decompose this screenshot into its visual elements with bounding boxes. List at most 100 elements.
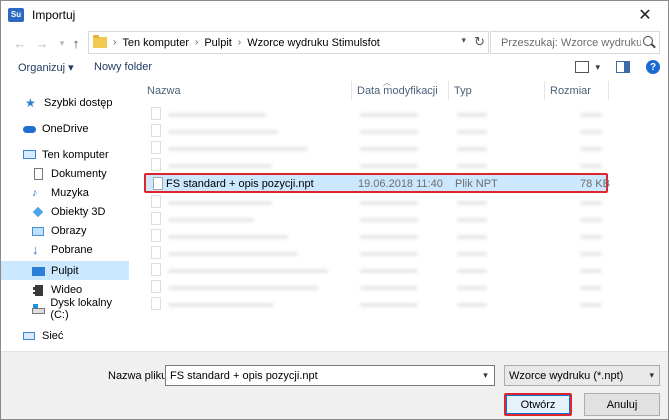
file-type-redacted: [457, 269, 487, 273]
address-bar[interactable]: › Ten komputer › Pulpit › Wzorce wydruku…: [88, 31, 489, 54]
file-date-redacted: [360, 164, 418, 168]
file-icon: [151, 280, 161, 293]
column-header-size[interactable]: Rozmiar: [544, 81, 608, 100]
up-icon[interactable]: ↑: [67, 33, 85, 53]
nav-item-music[interactable]: ♪ Muzyka: [1, 183, 129, 202]
table-row[interactable]: [144, 106, 608, 123]
file-icon: [151, 141, 161, 154]
organize-button[interactable]: Organizuj ▾: [18, 61, 74, 74]
nav-item-downloads[interactable]: ↓ Pobrane: [1, 240, 129, 259]
address-dropdown-icon[interactable]: ▾: [461, 35, 466, 46]
file-date-redacted: [360, 201, 418, 205]
nav-item-quick-access[interactable]: ★ Szybki dostęp: [1, 93, 129, 112]
file-name-redacted: [168, 235, 288, 239]
column-header-type[interactable]: Typ: [448, 81, 544, 100]
music-icon: ♪: [32, 186, 38, 199]
help-icon[interactable]: ?: [646, 60, 660, 74]
file-name-redacted: [168, 113, 266, 117]
file-icon: [151, 297, 161, 310]
window-title: Importuj: [32, 7, 76, 22]
breadcrumb-this-pc[interactable]: Ten komputer: [122, 37, 189, 49]
new-folder-button[interactable]: Nowy folder: [94, 61, 152, 73]
app-icon: Su: [8, 7, 24, 22]
table-row[interactable]: [144, 245, 608, 262]
table-row[interactable]: [144, 296, 608, 313]
table-row[interactable]: [144, 262, 608, 279]
nav-item-this-pc[interactable]: Ten komputer: [1, 145, 129, 164]
chevron-down-icon[interactable]: ▾: [649, 370, 654, 381]
search-input[interactable]: Przeszukaj: Wzorce wydruku S...: [490, 31, 660, 54]
file-size-redacted: [580, 130, 602, 134]
preview-pane-icon[interactable]: [616, 61, 630, 73]
file-size-redacted: [580, 235, 602, 239]
file-type-redacted: [457, 164, 487, 168]
refresh-icon[interactable]: ↻: [474, 34, 485, 50]
table-row[interactable]: [144, 194, 608, 211]
close-button[interactable]: ✕: [622, 1, 668, 28]
column-divider[interactable]: [608, 81, 609, 100]
nav-item-label: Pobrane: [51, 243, 93, 256]
breadcrumb-current-folder[interactable]: Wzorce wydruku Stimulsfot: [247, 37, 380, 49]
chevron-right-icon[interactable]: ›: [113, 37, 116, 48]
download-icon: ↓: [32, 241, 39, 257]
file-icon: [151, 124, 161, 137]
file-type: Plik NPT: [455, 178, 498, 190]
open-button[interactable]: Otwórz: [504, 393, 572, 416]
file-icon: [151, 158, 161, 171]
computer-icon: [23, 149, 36, 161]
nav-item-onedrive[interactable]: OneDrive: [1, 119, 129, 138]
file-date: 19.06.2018 11:40: [358, 178, 443, 190]
file-icon: [151, 263, 161, 276]
table-row[interactable]: [144, 123, 608, 140]
nav-item-3d-objects[interactable]: Obiekty 3D: [1, 202, 129, 221]
file-type-redacted: [457, 130, 487, 134]
file-list: ︿ Nazwa Data modyfikacji Typ Rozmiar FS …: [141, 78, 668, 351]
column-header-name[interactable]: Nazwa: [141, 81, 351, 100]
nav-item-label: Szybki dostęp: [44, 96, 113, 109]
view-options-icon[interactable]: [575, 61, 590, 73]
nav-item-documents[interactable]: Dokumenty: [1, 164, 129, 183]
file-date-redacted: [360, 113, 418, 117]
file-name-redacted: [168, 201, 272, 205]
filetype-value: Wzorce wydruku (*.npt): [509, 369, 624, 382]
file-name: FS standard + opis pozycji.npt: [166, 178, 314, 190]
file-size-redacted: [580, 218, 602, 222]
forward-icon[interactable]: →: [33, 33, 51, 53]
nav-item-label: Wideo: [51, 283, 83, 296]
nav-item-pictures[interactable]: Obrazy: [1, 221, 129, 240]
3d-objects-icon: [32, 206, 45, 218]
filename-input[interactable]: FS standard + opis pozycji.npt ▾: [165, 365, 495, 386]
nav-item-network[interactable]: Sieć: [1, 326, 129, 345]
cancel-button[interactable]: Anuluj: [584, 393, 660, 416]
table-row[interactable]: [144, 140, 608, 157]
star-icon: ★: [25, 95, 36, 110]
table-row[interactable]: [144, 279, 608, 296]
file-size-redacted: [580, 113, 602, 117]
nav-item-label: Ten komputer: [42, 148, 109, 161]
chevron-down-icon[interactable]: ▾: [477, 366, 494, 385]
chevron-right-icon[interactable]: ›: [238, 37, 241, 48]
nav-item-label: Obiekty 3D: [51, 205, 106, 218]
table-row-selected[interactable]: FS standard + opis pozycji.npt 19.06.201…: [144, 173, 610, 193]
chevron-right-icon[interactable]: ›: [195, 37, 198, 48]
address-row: ← → ▾ ↑ › Ten komputer › Pulpit › Wzorce…: [1, 28, 668, 58]
nav-item-local-disk[interactable]: Dysk lokalny (C:): [1, 297, 129, 321]
file-size-redacted: [580, 303, 602, 307]
table-row[interactable]: [144, 228, 608, 245]
desktop-icon: [32, 265, 45, 277]
view-dropdown-icon[interactable]: ▾: [595, 62, 600, 73]
search-placeholder: Przeszukaj: Wzorce wydruku S...: [501, 36, 641, 49]
file-name-redacted: [168, 218, 254, 222]
nav-item-desktop[interactable]: Pulpit: [1, 261, 129, 280]
breadcrumb-desktop[interactable]: Pulpit: [204, 37, 232, 49]
command-bar: Organizuj ▾ Nowy folder ▾ ?: [1, 58, 668, 80]
column-header-modified[interactable]: Data modyfikacji: [351, 81, 448, 100]
back-icon[interactable]: ←: [11, 33, 29, 53]
filetype-select[interactable]: Wzorce wydruku (*.npt) ▾: [504, 365, 660, 386]
file-icon: [151, 212, 161, 225]
table-row[interactable]: [144, 157, 608, 174]
nav-item-label: Dokumenty: [51, 167, 107, 180]
nav-item-label: OneDrive: [42, 122, 89, 135]
table-row[interactable]: [144, 211, 608, 228]
import-dialog: Su Importuj ✕ ← → ▾ ↑ › Ten komputer › P…: [0, 0, 669, 420]
